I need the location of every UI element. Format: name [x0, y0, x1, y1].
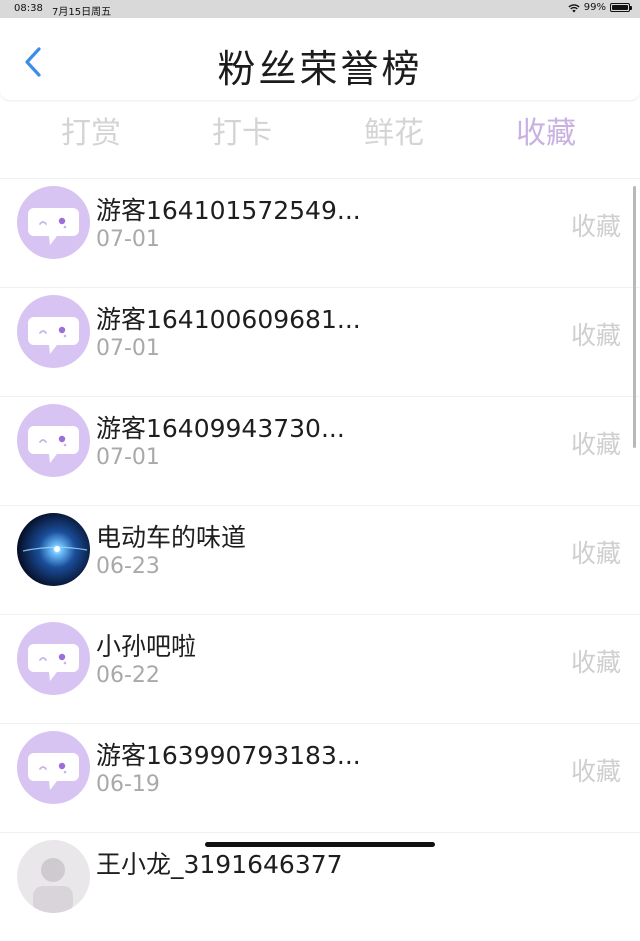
- fan-date: 06-19: [96, 772, 160, 797]
- chat-bubble-avatar-icon: [17, 186, 90, 259]
- nav-bar: 粉丝荣誉榜: [0, 18, 640, 100]
- chat-bubble-avatar-icon: [17, 295, 90, 368]
- scrollbar[interactable]: [633, 186, 636, 448]
- status-bar: 08:38 7月15日周五 99%: [0, 0, 640, 18]
- page-title: 粉丝荣誉榜: [217, 47, 423, 91]
- fan-date: 06-22: [96, 663, 160, 688]
- photo-avatar-image: [17, 840, 90, 913]
- fan-row[interactable]: 游客164101572549... 07-01 收藏: [0, 178, 640, 287]
- favorite-label: 收藏: [570, 212, 621, 241]
- chat-bubble-avatar-icon: [17, 622, 90, 695]
- fan-row[interactable]: 游客16409943730... 07-01 收藏: [0, 396, 640, 505]
- fan-name: 游客164100609681...: [96, 305, 361, 334]
- fan-row[interactable]: 王小龙_3191646377: [0, 832, 640, 941]
- home-indicator: [205, 842, 435, 847]
- avatar: [17, 186, 90, 259]
- tab-bar: 打赏 打卡 鲜花 收藏: [0, 104, 640, 154]
- avatar: [17, 840, 90, 913]
- battery-level: [612, 5, 628, 10]
- chat-bubble-avatar-icon: [17, 731, 90, 804]
- fan-date: 07-01: [96, 336, 160, 361]
- battery-percent: 99%: [583, 2, 606, 13]
- fan-name: 游客164101572549...: [96, 196, 361, 225]
- fan-list: 游客164101572549... 07-01 收藏 游客16410060968…: [0, 178, 640, 941]
- favorite-label: 收藏: [570, 321, 621, 350]
- favorite-label: 收藏: [570, 539, 621, 568]
- avatar: [17, 513, 90, 586]
- fan-name: 游客16409943730...: [96, 414, 345, 443]
- battery-icon: [610, 3, 632, 12]
- tab-tip[interactable]: 打赏: [31, 108, 151, 152]
- fan-date: 07-01: [96, 227, 160, 252]
- fan-row[interactable]: 小孙吧啦 06-22 收藏: [0, 614, 640, 723]
- tab-favorites[interactable]: 收藏: [486, 108, 606, 152]
- fan-name: 电动车的味道: [96, 523, 247, 552]
- chat-bubble-avatar-icon: [17, 404, 90, 477]
- avatar: [17, 404, 90, 477]
- wifi-icon: [568, 3, 580, 12]
- favorite-label: 收藏: [570, 757, 621, 786]
- space-light-avatar-image: [17, 513, 90, 586]
- fan-row[interactable]: 游客164100609681... 07-01 收藏: [0, 287, 640, 396]
- fan-date: 06-23: [96, 554, 160, 579]
- tab-checkin[interactable]: 打卡: [182, 108, 302, 152]
- fan-row[interactable]: 电动车的味道 06-23 收藏: [0, 505, 640, 614]
- fan-name: 游客163990793183...: [96, 741, 361, 770]
- favorite-label: 收藏: [570, 430, 621, 459]
- fan-name: 小孙吧啦: [96, 632, 197, 661]
- fan-row[interactable]: 游客163990793183... 06-19 收藏: [0, 723, 640, 832]
- favorite-label: 收藏: [570, 648, 621, 677]
- status-indicators: 99%: [568, 2, 632, 13]
- status-date: 7月15日周五: [52, 7, 112, 18]
- avatar: [17, 622, 90, 695]
- status-time: 08:38: [14, 3, 43, 14]
- fan-date: 07-01: [96, 445, 160, 470]
- avatar: [17, 295, 90, 368]
- tab-flowers[interactable]: 鲜花: [334, 108, 454, 152]
- avatar: [17, 731, 90, 804]
- fan-name: 王小龙_3191646377: [96, 850, 343, 879]
